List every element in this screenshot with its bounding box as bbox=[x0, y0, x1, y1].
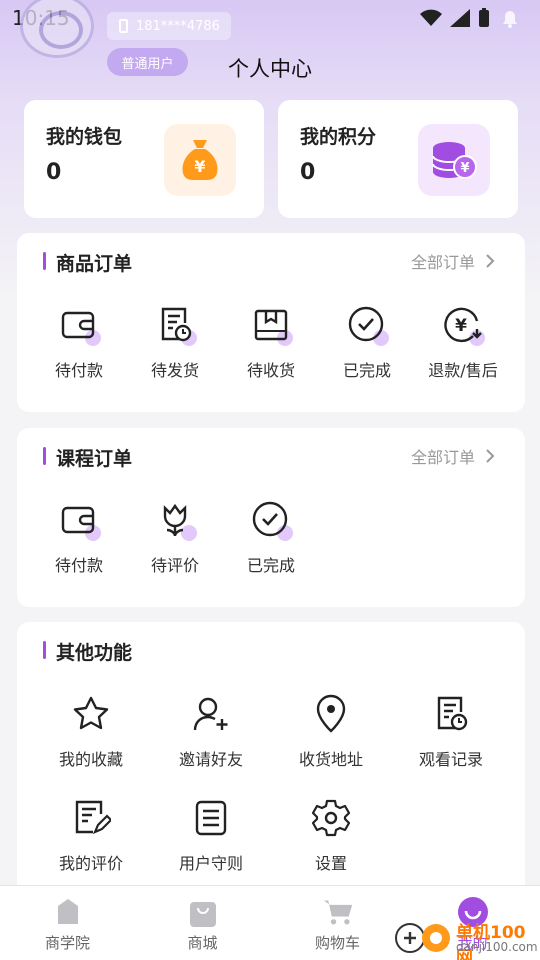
goods-refund[interactable]: ¥ 退款/售后 bbox=[415, 305, 511, 381]
goods-orders-title: 商品订单 bbox=[43, 249, 132, 276]
add-user-icon bbox=[193, 697, 228, 731]
wallet-value: 0 bbox=[46, 160, 62, 185]
other-functions-title: 其他功能 bbox=[43, 638, 132, 665]
status-icons bbox=[420, 6, 522, 30]
points-card[interactable]: 我的积分 0 ¥ bbox=[278, 100, 518, 218]
other-functions-panel: 其他功能 我的收藏 邀请好友 收货地址 观看记录 我的评价 用户守则 设置 bbox=[17, 622, 525, 897]
wallet-icon bbox=[61, 506, 95, 534]
tab-label: 商城 bbox=[187, 934, 218, 952]
tab-label: 商学院 bbox=[44, 934, 90, 952]
package-icon bbox=[254, 309, 288, 341]
svg-text:¥: ¥ bbox=[460, 161, 469, 176]
goods-pending-receipt[interactable]: 待收货 bbox=[223, 305, 319, 381]
other-item-label: 设置 bbox=[314, 854, 347, 873]
other-item-label: 我的收藏 bbox=[58, 750, 123, 769]
other-item-label: 用户守则 bbox=[178, 854, 243, 873]
chevron-right-icon bbox=[486, 449, 495, 463]
tab-cart[interactable]: 购物车 bbox=[270, 886, 405, 960]
goods-pending-payment[interactable]: 待付款 bbox=[31, 305, 127, 381]
phone-pill: 181****4786 bbox=[107, 12, 231, 40]
points-value: 0 bbox=[300, 160, 316, 185]
chevron-right-icon bbox=[486, 254, 495, 268]
goods-item-label: 待收货 bbox=[246, 361, 295, 380]
svg-text:¥: ¥ bbox=[455, 316, 467, 336]
course-completed[interactable]: 已完成 bbox=[223, 500, 319, 576]
battery-icon bbox=[479, 8, 489, 27]
goods-item-label: 待付款 bbox=[54, 361, 103, 380]
course-orders-all-link[interactable]: 全部订单 bbox=[411, 444, 495, 468]
location-icon bbox=[316, 694, 346, 733]
wallet-icon bbox=[61, 311, 95, 339]
goods-item-label: 已完成 bbox=[342, 361, 391, 380]
address-item[interactable]: 收货地址 bbox=[283, 694, 379, 770]
watermark-url: danji100.com bbox=[456, 940, 538, 954]
history-item[interactable]: 观看记录 bbox=[403, 694, 499, 770]
other-item-label: 观看记录 bbox=[418, 750, 483, 769]
course-pending-review[interactable]: 待评价 bbox=[127, 500, 223, 576]
history-icon bbox=[437, 696, 468, 731]
check-circle-icon bbox=[252, 501, 288, 537]
phone-number: 181****4786 bbox=[136, 18, 220, 34]
course-item-label: 待付款 bbox=[54, 556, 103, 575]
course-orders-title: 课程订单 bbox=[43, 444, 132, 471]
check-circle-icon bbox=[348, 306, 384, 342]
course-orders-panel: 课程订单 全部订单 待付款 待评价 已完成 bbox=[17, 428, 525, 607]
site-watermark: 单机100网 danji100.com bbox=[394, 916, 540, 960]
rules-icon bbox=[195, 800, 227, 836]
academy-icon bbox=[57, 899, 78, 924]
other-item-label: 收货地址 bbox=[298, 750, 363, 769]
goods-completed[interactable]: 已完成 bbox=[319, 305, 415, 381]
wallet-label: 我的钱包 bbox=[46, 126, 123, 148]
doc-clock-icon bbox=[161, 307, 192, 342]
goods-orders-all-link[interactable]: 全部订单 bbox=[411, 249, 495, 273]
bell-icon[interactable] bbox=[498, 6, 522, 30]
favorites-item[interactable]: 我的收藏 bbox=[43, 694, 139, 770]
all-orders-label: 全部订单 bbox=[410, 448, 475, 467]
watermark-logo bbox=[395, 923, 450, 953]
bag-icon bbox=[189, 902, 216, 927]
tulip-icon bbox=[163, 503, 187, 537]
cart-icon bbox=[323, 900, 352, 925]
coins-icon: ¥ bbox=[418, 124, 490, 196]
other-item-label: 邀请好友 bbox=[178, 750, 243, 769]
star-icon bbox=[73, 696, 109, 730]
other-item-label: 我的评价 bbox=[58, 854, 123, 873]
money-bag-icon: ¥ bbox=[164, 124, 236, 196]
refund-icon: ¥ bbox=[444, 307, 482, 343]
signal-icon bbox=[450, 9, 470, 27]
points-label: 我的积分 bbox=[300, 126, 377, 148]
tab-academy[interactable]: 商学院 bbox=[0, 886, 135, 960]
goods-pending-shipment[interactable]: 待发货 bbox=[127, 305, 223, 381]
invite-friends-item[interactable]: 邀请好友 bbox=[163, 694, 259, 770]
course-pending-payment[interactable]: 待付款 bbox=[31, 500, 127, 576]
svg-text:¥: ¥ bbox=[194, 157, 205, 176]
course-item-label: 待评价 bbox=[150, 556, 199, 575]
all-orders-label: 全部订单 bbox=[410, 253, 475, 272]
wifi-icon bbox=[420, 9, 442, 26]
settings-item[interactable]: 设置 bbox=[283, 798, 379, 874]
tab-mall[interactable]: 商城 bbox=[135, 886, 270, 960]
gear-icon bbox=[311, 799, 351, 837]
page-title: 个人中心 bbox=[228, 57, 312, 81]
my-reviews-item[interactable]: 我的评价 bbox=[43, 798, 139, 874]
wallet-card[interactable]: 我的钱包 0 ¥ bbox=[24, 100, 264, 218]
phone-icon bbox=[119, 19, 128, 33]
goods-orders-panel: 商品订单 全部订单 待付款 待发货 待收货 已完成 ¥ 退款/售后 bbox=[17, 233, 525, 412]
user-rules-item[interactable]: 用户守则 bbox=[163, 798, 259, 874]
goods-item-label: 退款/售后 bbox=[428, 361, 498, 380]
course-item-label: 已完成 bbox=[246, 556, 295, 575]
edit-doc-icon bbox=[75, 800, 113, 835]
tab-label: 购物车 bbox=[314, 934, 360, 952]
goods-item-label: 待发货 bbox=[150, 361, 199, 380]
